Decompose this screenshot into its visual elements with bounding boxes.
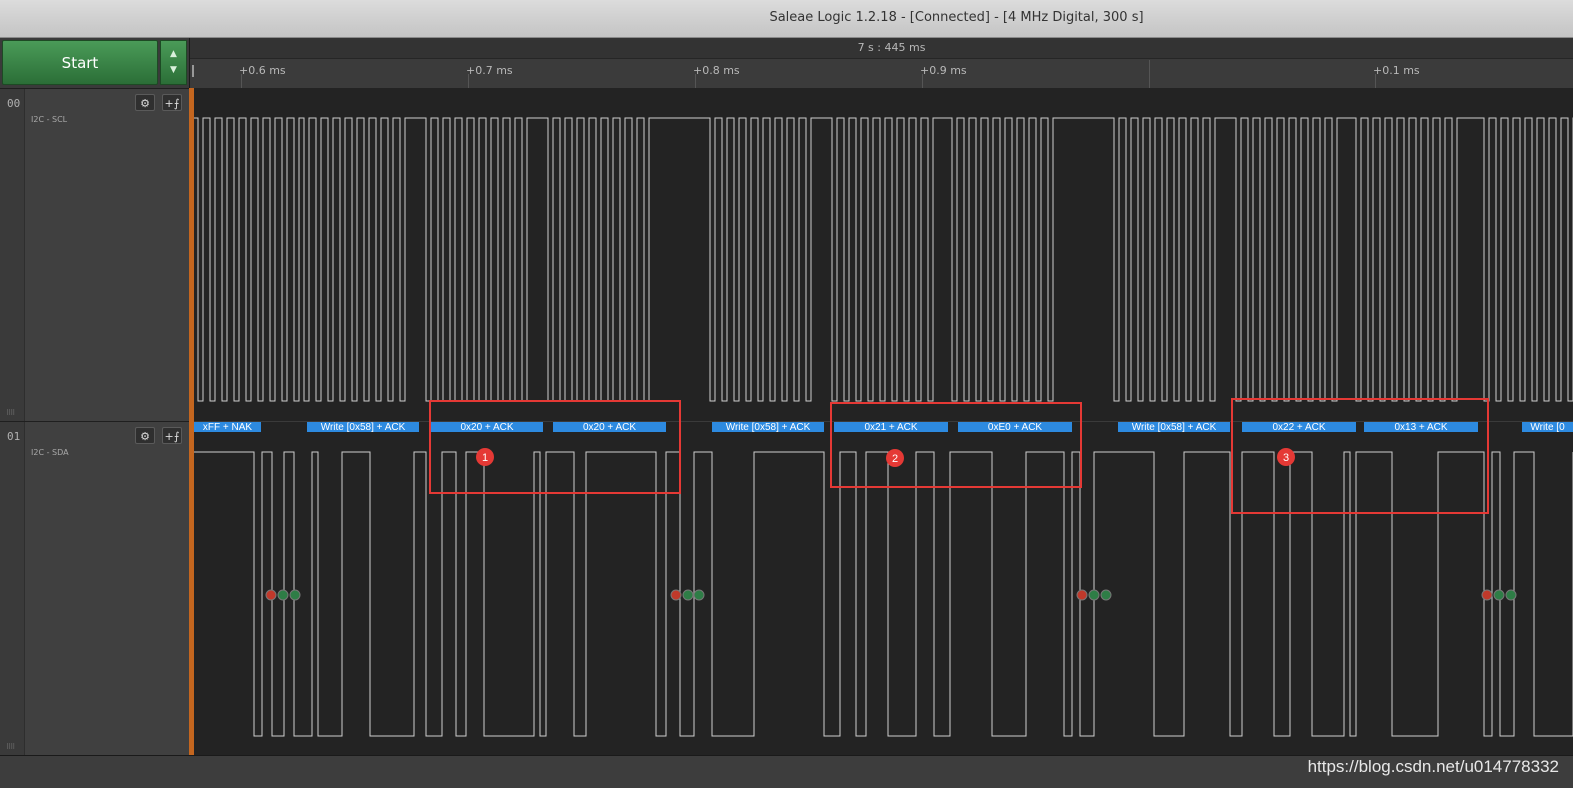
start-options-button[interactable]: ▲ ▼ bbox=[160, 40, 187, 85]
protocol-marker-dot bbox=[289, 589, 301, 601]
channel-row-01: 01 I2C - SDA ⚙ +⨍ ⠿⠿ bbox=[0, 422, 189, 755]
decoder-frame-label: 0xE0 + ACK bbox=[988, 422, 1043, 433]
ruler-handle[interactable] bbox=[192, 65, 194, 77]
absolute-time-strip: 7 s : 445 ms bbox=[190, 38, 1573, 59]
decoder-frame-label: Write [0x58] + ACK bbox=[726, 422, 811, 433]
scl-signal bbox=[194, 117, 1573, 402]
decoder-frame-label: 0x22 + ACK bbox=[1272, 422, 1325, 433]
tick-mark bbox=[468, 74, 469, 88]
tick-mark bbox=[1149, 60, 1150, 88]
drag-grip-icon[interactable]: ⠿⠿ bbox=[6, 409, 15, 417]
chevron-down-icon: ▼ bbox=[170, 65, 177, 75]
callout-number: 3 bbox=[1283, 452, 1289, 464]
tick-mark bbox=[922, 74, 923, 88]
time-tick: +0.1 ms bbox=[1373, 64, 1420, 77]
waveform-canvas: xFF + NAK Write [0x58] + ACK 0x20 + ACK 0x2… bbox=[194, 117, 1573, 737]
title-bar: Saleae Logic 1.2.18 - [Connected] - [4 M… bbox=[0, 0, 1573, 38]
time-tick: +0.6 ms bbox=[239, 64, 286, 77]
watermark: https://blog.csdn.net/u014778332 bbox=[1307, 757, 1559, 776]
decoder-frame-label: Write [0x58] + ACK bbox=[321, 422, 406, 433]
waveform-area[interactable]: xFF + NAK Write [0x58] + ACK 0x20 + ACK 0x2… bbox=[194, 88, 1573, 755]
trigger-icon[interactable]: +⨍ bbox=[162, 427, 182, 444]
protocol-marker-dot bbox=[693, 589, 705, 601]
settings-gear-icon[interactable]: ⚙ bbox=[135, 94, 155, 111]
time-ruler[interactable]: 7 s : 445 ms +0.6 ms +0.7 ms +0.8 ms +0.… bbox=[190, 38, 1573, 89]
callout-number: 2 bbox=[892, 453, 898, 465]
time-tick: +0.7 ms bbox=[466, 64, 513, 77]
decoder-frame-label: 0x20 + ACK bbox=[460, 422, 513, 433]
time-tick: +0.8 ms bbox=[693, 64, 740, 77]
protocol-marker-dot bbox=[277, 589, 289, 601]
drag-grip-icon[interactable]: ⠿⠿ bbox=[6, 743, 15, 751]
channel-label[interactable]: I2C - SCL bbox=[31, 115, 67, 124]
channel-label[interactable]: I2C - SDA bbox=[31, 448, 69, 457]
settings-gear-icon[interactable]: ⚙ bbox=[135, 427, 155, 444]
protocol-marker-dot bbox=[682, 589, 694, 601]
start-button[interactable]: Start bbox=[2, 40, 158, 85]
channel-row-00: 00 I2C - SCL ⚙ +⨍ ⠿⠿ bbox=[0, 89, 189, 421]
protocol-marker-dot bbox=[1481, 589, 1493, 601]
decoder-frame-label: xFF + NAK bbox=[203, 422, 253, 433]
callout-number: 1 bbox=[482, 452, 488, 464]
window-title: Saleae Logic 1.2.18 - [Connected] - [4 M… bbox=[769, 10, 1144, 25]
protocol-marker-dot bbox=[1505, 589, 1517, 601]
highlight-box bbox=[830, 402, 1082, 488]
highlight-box bbox=[1231, 398, 1489, 514]
decoder-frame-label: Write [0 bbox=[1530, 422, 1565, 433]
trigger-icon[interactable]: +⨍ bbox=[162, 94, 182, 111]
absolute-time: 7 s : 445 ms bbox=[857, 41, 926, 54]
tick-mark bbox=[241, 74, 242, 88]
channel-label-area bbox=[24, 89, 189, 421]
decoder-frame-label: Write [0x58] + ACK bbox=[1132, 422, 1217, 433]
protocol-marker-dot bbox=[265, 589, 277, 601]
decoder-frame-label: 0x20 + ACK bbox=[583, 422, 636, 433]
tick-mark bbox=[1375, 74, 1376, 88]
protocol-marker-dot bbox=[1076, 589, 1088, 601]
highlight-box bbox=[429, 400, 681, 494]
decoder-frame-label: 0x21 + ACK bbox=[864, 422, 917, 433]
channel-label-area bbox=[24, 422, 189, 755]
protocol-marker-dot bbox=[1088, 589, 1100, 601]
protocol-marker-dot bbox=[1100, 589, 1112, 601]
tick-mark bbox=[695, 74, 696, 88]
channel-number: 01 bbox=[7, 430, 21, 443]
channel-number: 00 bbox=[7, 97, 21, 110]
chevron-up-icon: ▲ bbox=[170, 49, 177, 59]
decoder-frame-label: 0x13 + ACK bbox=[1394, 422, 1447, 433]
time-tick: +0.9 ms bbox=[920, 64, 967, 77]
protocol-marker-dot bbox=[1493, 589, 1505, 601]
protocol-marker-dot bbox=[670, 589, 682, 601]
sda-signal bbox=[194, 451, 1573, 737]
